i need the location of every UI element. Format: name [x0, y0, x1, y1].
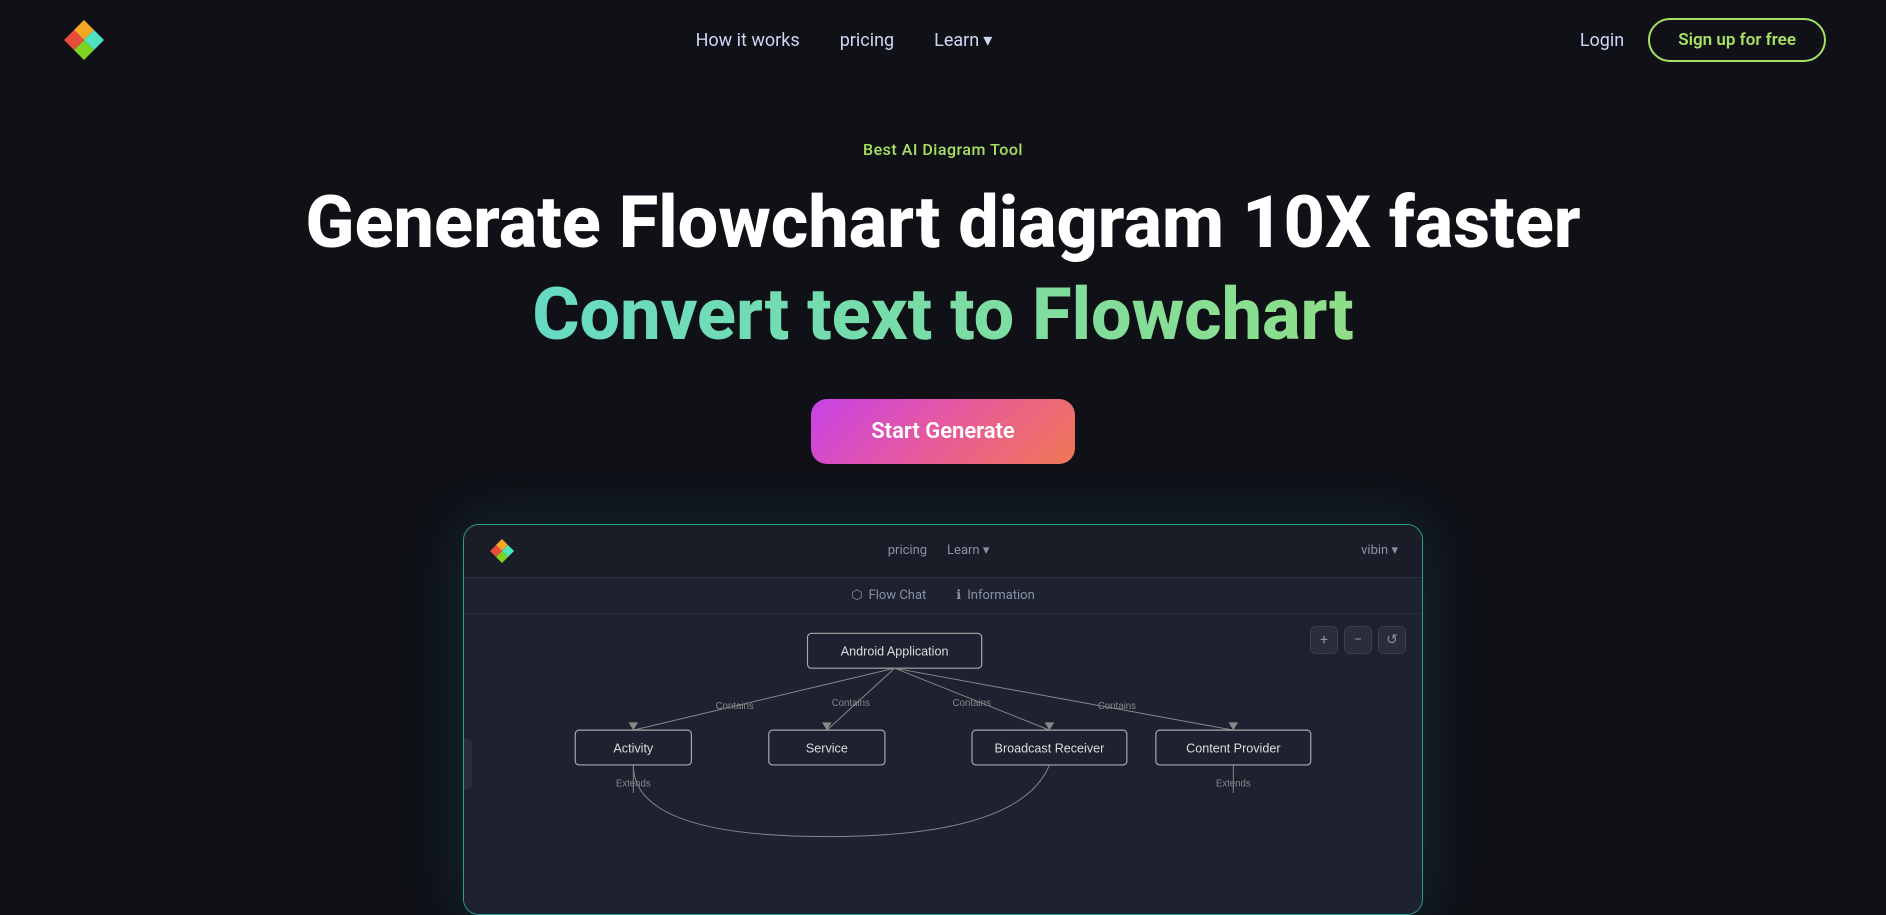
app-logo-icon: [488, 537, 516, 565]
main-nav: How it works pricing Learn ▾ Login Sign …: [0, 0, 1886, 80]
flow-chat-icon: ⬡: [851, 588, 862, 603]
svg-text:Contains: Contains: [832, 698, 870, 709]
nav-right: Login Sign up for free: [1580, 18, 1826, 62]
information-icon: ℹ: [956, 588, 961, 603]
app-tabs: ⬡ Flow Chat ℹ Information: [464, 578, 1422, 614]
svg-text:Broadcast Receiver: Broadcast Receiver: [995, 741, 1105, 755]
svg-text:Activity: Activity: [613, 741, 654, 755]
hero-subtitle: Convert text to Flowchart: [20, 272, 1866, 358]
flow-canvas: + − ↺ Android Application Contains: [464, 614, 1422, 914]
hero-section: Best AI Diagram Tool Generate Flowchart …: [0, 80, 1886, 915]
svg-text:Content Provider: Content Provider: [1186, 741, 1280, 755]
tab-flow-chat[interactable]: ⬡ Flow Chat: [851, 588, 926, 603]
app-nav-learn[interactable]: Learn ▾: [947, 543, 989, 558]
signup-button[interactable]: Sign up for free: [1648, 18, 1826, 62]
svg-text:Contains: Contains: [953, 698, 991, 709]
app-learn-chevron-icon: ▾: [983, 543, 990, 558]
svg-text:Contains: Contains: [716, 700, 754, 711]
chevron-down-icon: ▾: [983, 30, 992, 51]
svg-text:Service: Service: [806, 741, 848, 755]
tab-information[interactable]: ℹ Information: [956, 588, 1035, 603]
svg-text:Contains: Contains: [1098, 700, 1136, 711]
nav-item-learn[interactable]: Learn ▾: [934, 30, 992, 51]
hero-title: Generate Flowchart diagram 10X faster: [20, 183, 1866, 262]
app-nav-pricing[interactable]: pricing: [888, 543, 927, 558]
app-nav: pricing Learn ▾ vibin ▾: [464, 525, 1422, 578]
hero-badge: Best AI Diagram Tool: [20, 140, 1866, 159]
nav-links: How it works pricing Learn ▾: [696, 30, 993, 51]
app-nav-links: pricing Learn ▾: [888, 543, 990, 558]
svg-text:Android Application: Android Application: [841, 644, 949, 658]
login-button[interactable]: Login: [1580, 30, 1624, 51]
start-generate-button[interactable]: Start Generate: [811, 399, 1075, 464]
app-nav-user[interactable]: vibin ▾: [1361, 543, 1398, 558]
flowchart-diagram: Android Application Contains Contains Co…: [464, 614, 1422, 914]
nav-item-pricing[interactable]: pricing: [840, 30, 894, 51]
logo[interactable]: [60, 16, 108, 64]
nav-item-how-it-works[interactable]: How it works: [696, 30, 800, 51]
app-preview-wrapper: pricing Learn ▾ vibin ▾ ⬡ Flow Chat: [20, 524, 1866, 915]
logo-icon: [60, 16, 108, 64]
app-user-chevron-icon: ▾: [1391, 543, 1398, 558]
app-preview: pricing Learn ▾ vibin ▾ ⬡ Flow Chat: [463, 524, 1423, 915]
